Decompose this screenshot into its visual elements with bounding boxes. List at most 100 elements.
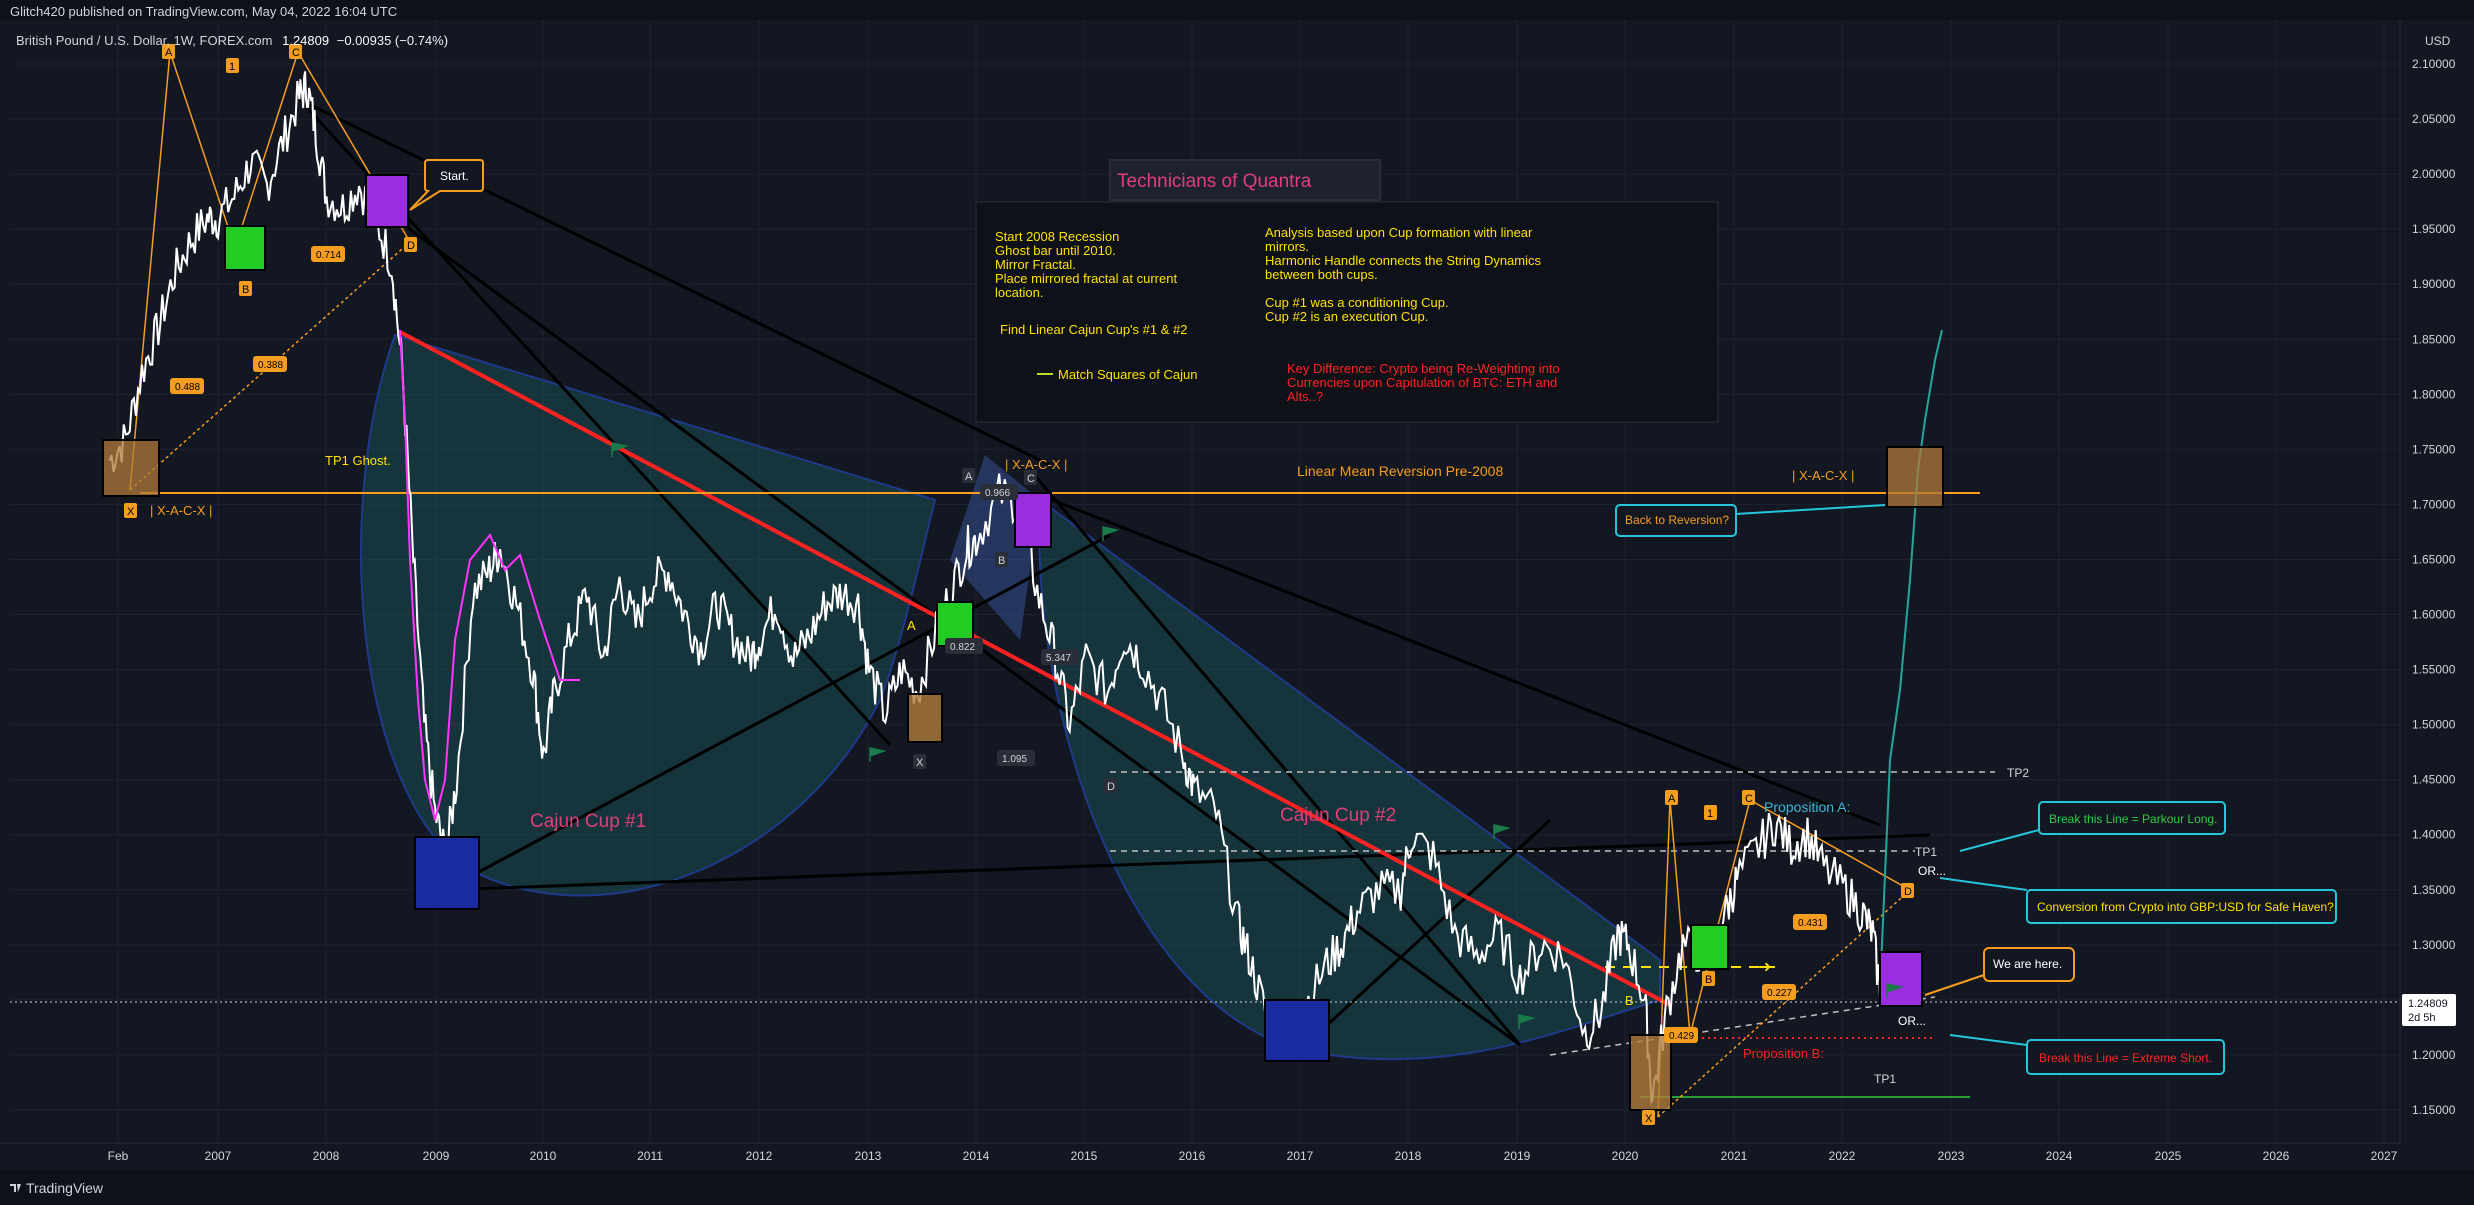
square-purple-start: [365, 174, 409, 228]
y-tick-label: 1.70000: [2412, 497, 2456, 511]
square-green-2020: [1690, 924, 1729, 970]
x-tick-label: 2009: [423, 1149, 450, 1163]
svg-text:X: X: [1645, 1113, 1653, 1125]
info-left-line: Place mirrored fractal at current: [995, 271, 1177, 286]
y-tick-label: 1.55000: [2412, 663, 2456, 677]
square-brown-2020: [1629, 1034, 1672, 1111]
svg-text:0.714: 0.714: [316, 250, 341, 261]
square-green-left: [224, 225, 266, 271]
x-tick-label: 2021: [1721, 1149, 1748, 1163]
price-badge-value: 1.24809: [2408, 998, 2448, 1010]
price-badge-countdown: 2d 5h: [2408, 1012, 2436, 1024]
x-tick-label: 2025: [2155, 1149, 2182, 1163]
info-left-line: Start 2008 Recession: [995, 229, 1119, 244]
symbol-change: −0.00935 (−0.74%): [336, 33, 449, 48]
x-tick-label: 2018: [1395, 1149, 1422, 1163]
svg-text:Back to Reversion?: Back to Reversion?: [1625, 513, 1729, 527]
svg-text:D: D: [407, 240, 415, 252]
info-find: Find Linear Cajun Cup's #1 & #2: [1000, 322, 1187, 337]
linear-mean-label: Linear Mean Reversion Pre-2008: [1297, 463, 1503, 479]
x-tick-label: Feb: [108, 1149, 129, 1163]
cup2-label: Cajun Cup #2: [1280, 805, 1396, 826]
tp2-label: TP2: [2007, 766, 2029, 780]
x-tick-label: 2020: [1612, 1149, 1639, 1163]
info-right-line: Analysis based upon Cup formation with l…: [1265, 225, 1533, 240]
info-right-line: Cup #1 was a conditioning Cup.: [1265, 295, 1449, 310]
title-box-text: Technicians of Quantra: [1117, 171, 1312, 192]
svg-text:Break this Line = Parkour Long: Break this Line = Parkour Long.: [2049, 812, 2217, 826]
square-brown-target: [1886, 446, 1944, 508]
x-tick-label: 2007: [205, 1149, 232, 1163]
x-tick-label: 2017: [1287, 1149, 1314, 1163]
footer-brand: TradingView: [26, 1180, 104, 1196]
x-tick-label: 2014: [963, 1149, 990, 1163]
svg-text:Start.: Start.: [440, 169, 469, 183]
svg-text:B: B: [242, 284, 249, 296]
x-tick-label: 2016: [1179, 1149, 1206, 1163]
symbol-name: British Pound / U.S. Dollar, 1W, FOREX.c…: [16, 33, 273, 48]
square-brown-left: [102, 439, 160, 497]
svg-text:1: 1: [229, 61, 235, 73]
tp1-upper-label: TP1: [1915, 845, 1937, 859]
footer-bar: TradingView: [0, 1170, 2474, 1205]
y-tick-label: 1.95000: [2412, 222, 2456, 236]
x-tick-label: 2022: [1829, 1149, 1856, 1163]
price-chart[interactable]: Technicians of Quantra Start 2008 Recess…: [0, 0, 2474, 1205]
x-tick-label: 2011: [637, 1149, 663, 1163]
symbol-info: British Pound / U.S. Dollar, 1W, FOREX.c…: [16, 33, 448, 48]
info-right-line: mirrors.: [1265, 239, 1309, 254]
svg-text:B: B: [998, 555, 1005, 567]
y-tick-label: 2.00000: [2412, 167, 2456, 181]
svg-text:Break this Line = Extreme Shor: Break this Line = Extreme Short.: [2039, 1051, 2212, 1065]
y-tick-label: 1.20000: [2412, 1048, 2456, 1062]
yellow-b-label: B: [1625, 993, 1634, 1008]
svg-text:C: C: [292, 47, 300, 59]
tp1-ghost-label: TP1 Ghost.: [325, 453, 391, 468]
y-tick-label: 1.30000: [2412, 938, 2456, 952]
svg-text:C: C: [1027, 473, 1035, 485]
svg-text:0.429: 0.429: [1669, 1031, 1694, 1042]
y-tick-label: 2.05000: [2412, 112, 2456, 126]
or-upper-label: OR...: [1918, 864, 1946, 878]
svg-text:1: 1: [1707, 808, 1713, 820]
svg-text:0.431: 0.431: [1798, 918, 1823, 929]
x-tick-label: 2010: [530, 1149, 557, 1163]
svg-text:0.227: 0.227: [1767, 988, 1792, 999]
y-tick-label: 1.85000: [2412, 332, 2456, 346]
x-tick-label: 2027: [2371, 1149, 2398, 1163]
y-tick-label: 1.75000: [2412, 442, 2456, 456]
y-tick-label: 1.60000: [2412, 608, 2456, 622]
svg-text:D: D: [1107, 781, 1115, 793]
xacx-right-label: | X-A-C-X |: [1792, 468, 1854, 483]
x-tick-label: 2013: [855, 1149, 882, 1163]
svg-text:X: X: [127, 506, 135, 518]
svg-text:We are here.: We are here.: [1993, 957, 2062, 971]
square-brown-mid: [907, 693, 943, 743]
y-tick-label: 1.40000: [2412, 828, 2456, 842]
svg-text:A: A: [965, 471, 973, 483]
xacx-mid-label: | X-A-C-X |: [1005, 457, 1067, 472]
svg-text:5.347: 5.347: [1046, 653, 1071, 664]
proposition-a-label: Proposition A:: [1764, 799, 1850, 815]
svg-text:Conversion from Crypto into GB: Conversion from Crypto into GBP:USD for …: [2037, 900, 2334, 914]
square-blue-cup2: [1264, 999, 1330, 1062]
svg-text:1.095: 1.095: [1002, 754, 1027, 765]
yellow-a-label: A: [907, 618, 916, 633]
proposition-b-label: Proposition B:: [1743, 1046, 1824, 1061]
y-tick-label: 1.50000: [2412, 718, 2456, 732]
x-tick-label: 2023: [1938, 1149, 1965, 1163]
y-tick-label: 1.90000: [2412, 277, 2456, 291]
info-red-line: Alts..?: [1287, 389, 1323, 404]
tp1-lower-label: TP1: [1874, 1072, 1896, 1086]
info-red-line: Key Difference: Crypto being Re-Weightin…: [1287, 361, 1560, 376]
svg-text:A: A: [165, 47, 173, 59]
svg-text:A: A: [1668, 793, 1676, 805]
info-right-line: between both cups.: [1265, 267, 1378, 282]
svg-text:0.388: 0.388: [258, 360, 283, 371]
x-tick-label: 2019: [1504, 1149, 1531, 1163]
info-left-line: Ghost bar until 2010.: [995, 243, 1116, 258]
y-tick-label: 1.80000: [2412, 387, 2456, 401]
x-tick-label: 2012: [746, 1149, 773, 1163]
info-red-line: Currencies upon Capitulation of BTC: ETH…: [1287, 375, 1557, 390]
x-tick-label: 2026: [2263, 1149, 2290, 1163]
